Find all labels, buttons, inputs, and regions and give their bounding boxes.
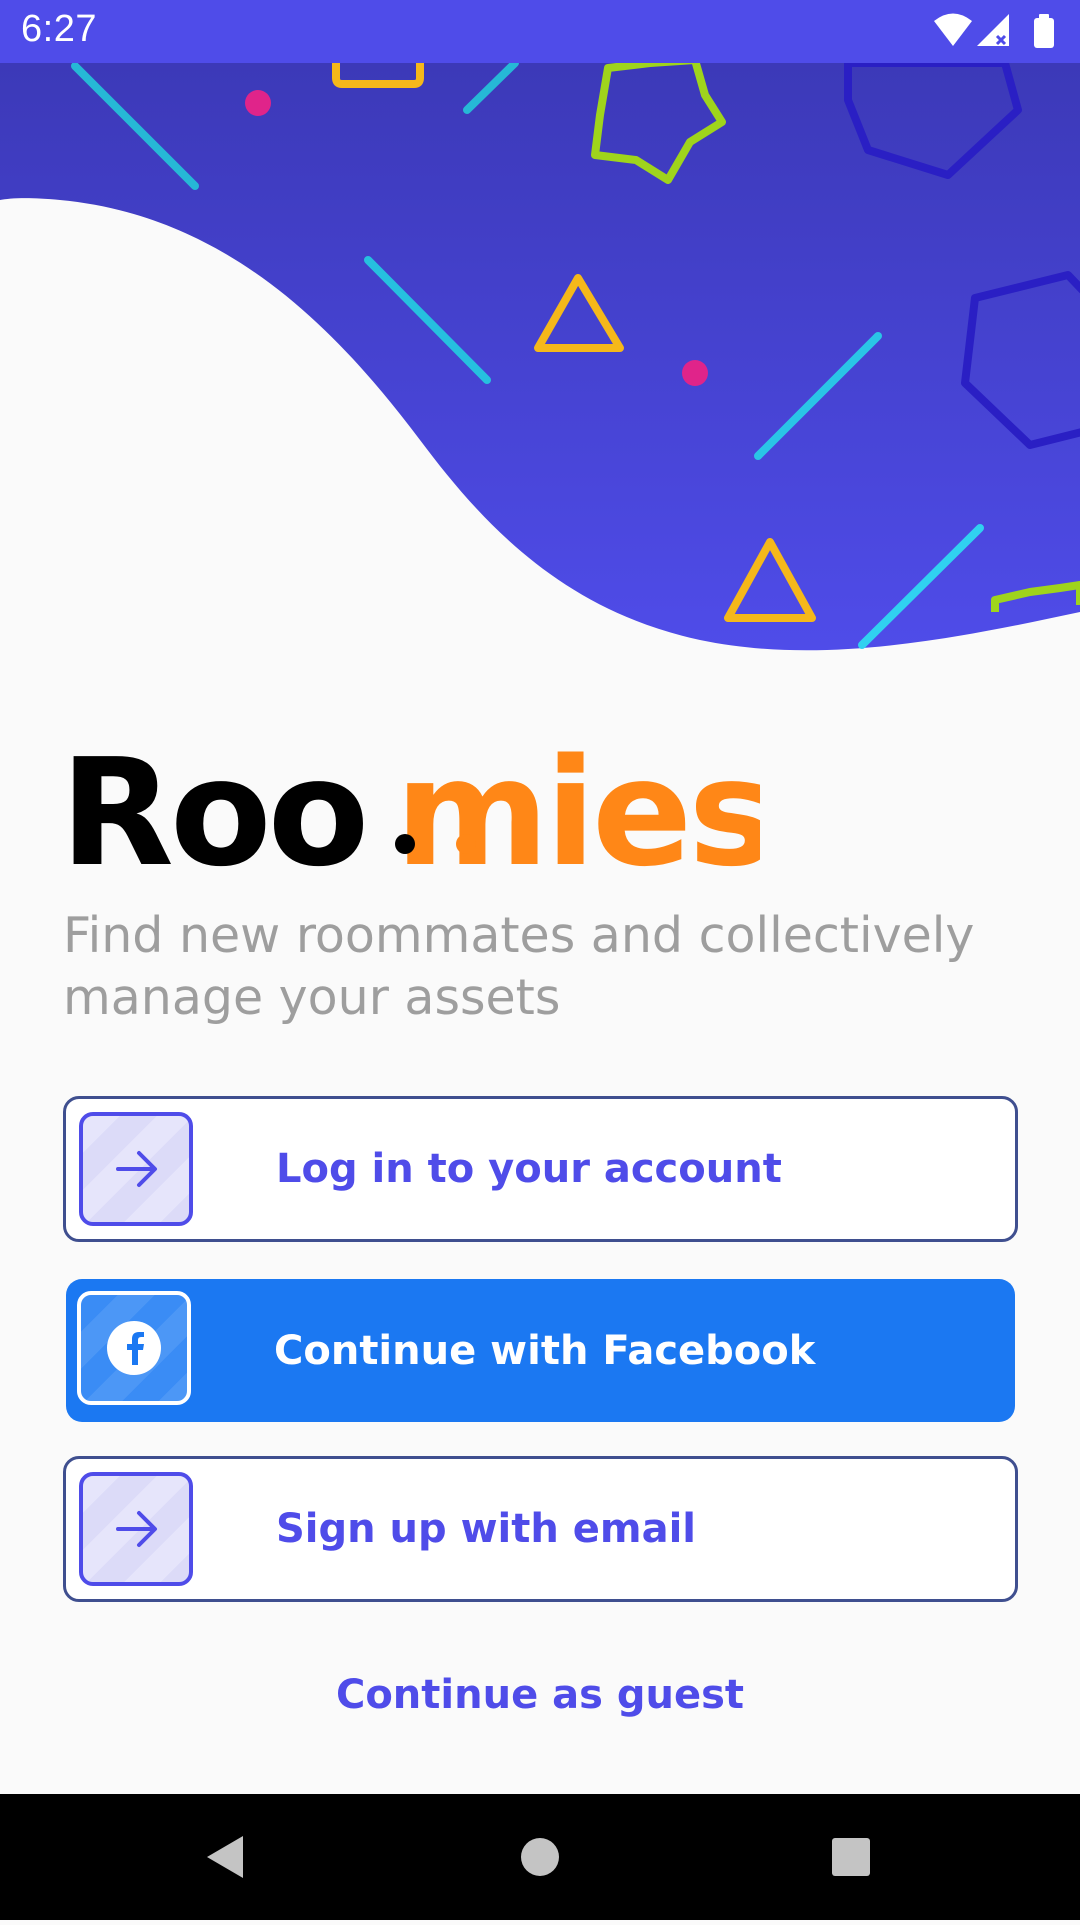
facebook-button[interactable]: Continue with Facebook xyxy=(66,1279,1015,1422)
continue-as-guest-link[interactable]: Continue as guest xyxy=(0,1672,1080,1718)
signup-icon-box xyxy=(79,1472,193,1586)
navigation-bar xyxy=(0,1794,1080,1920)
recents-button[interactable] xyxy=(781,1794,921,1920)
login-icon-box xyxy=(79,1112,193,1226)
home-button[interactable] xyxy=(470,1794,610,1920)
back-button[interactable] xyxy=(156,1794,296,1920)
status-bar: 6:27 xyxy=(0,0,1080,63)
recents-icon xyxy=(832,1838,870,1876)
arrow-right-icon xyxy=(116,1511,157,1547)
app-logo: Roo mies xyxy=(60,727,760,882)
signup-button[interactable]: Sign up with email xyxy=(63,1456,1018,1602)
status-icons xyxy=(934,13,1054,48)
facebook-icon xyxy=(107,1321,161,1375)
back-icon xyxy=(207,1836,243,1878)
wifi-icon xyxy=(934,13,972,46)
hero-banner xyxy=(0,63,1080,651)
logo-dot-orange xyxy=(456,834,476,854)
login-button-label: Log in to your account xyxy=(276,1146,782,1192)
battery-icon xyxy=(1034,14,1054,48)
home-icon xyxy=(521,1838,559,1876)
facebook-button-label: Continue with Facebook xyxy=(274,1327,816,1374)
status-time: 6:27 xyxy=(21,8,97,50)
arrow-right-icon xyxy=(116,1151,157,1187)
facebook-icon-box xyxy=(77,1291,191,1405)
signup-button-label: Sign up with email xyxy=(276,1506,696,1552)
tagline: Find new roommates and collectively mana… xyxy=(63,907,975,1026)
logo-dot-black xyxy=(395,834,415,854)
logo-text-part2: mies xyxy=(395,727,760,882)
cellular-signal-icon xyxy=(977,14,1009,46)
logo-text-part1: Roo xyxy=(60,727,365,882)
login-button[interactable]: Log in to your account xyxy=(63,1096,1018,1242)
